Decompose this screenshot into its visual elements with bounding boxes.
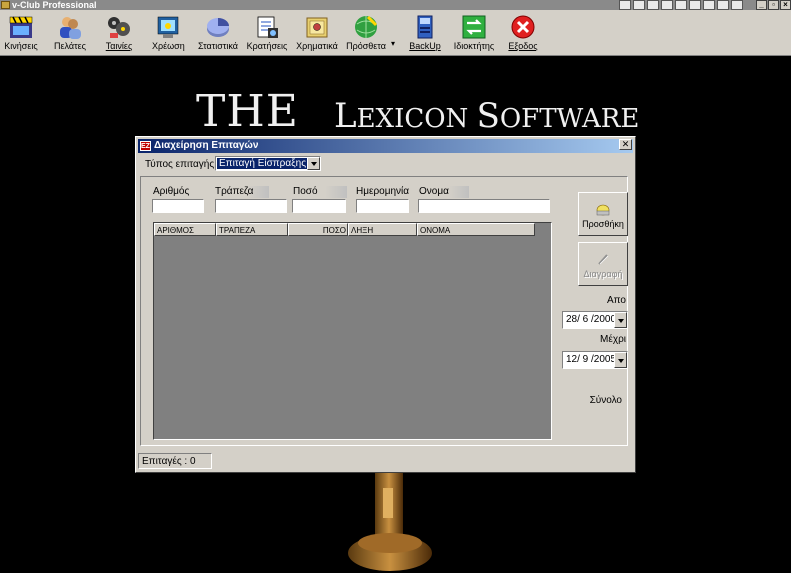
main-title-bar: v-Club Professional _ ▫ × — [0, 0, 791, 10]
checks-grid[interactable]: ΑΡΙΘΜΟΣ ΤΡΑΠΕΖΑ ΠΟΣΟ ΛΗΞΗ ΟΝΟΜΑ — [153, 222, 552, 440]
delete-button[interactable]: Διαγραφή — [578, 242, 628, 286]
check-type-value: Επιταγή Είσπραξης — [217, 158, 309, 169]
toolbar-statistics-button[interactable]: Στατιστικά — [196, 12, 240, 54]
checks-management-dialog: EZ Διαχείρηση Επιταγών ✕ Τύπος επιταγής … — [135, 136, 636, 473]
dialog-title: Διαχείρηση Επιταγών — [154, 140, 259, 151]
grid-header-bank[interactable]: ΤΡΑΠΕΖΑ — [216, 223, 288, 236]
addons-dropdown-arrow[interactable]: ▾ — [391, 39, 395, 48]
toolbar-customers-button[interactable]: Πελάτες — [52, 12, 88, 54]
backup-icon — [412, 14, 438, 40]
close-button[interactable]: × — [780, 0, 791, 10]
check-type-select[interactable]: Επιταγή Είσπραξης — [215, 156, 321, 171]
film-reels-icon — [106, 14, 132, 40]
reservations-icon — [254, 14, 280, 40]
to-label: Μέχρι — [600, 334, 626, 345]
tray-icon-1[interactable] — [619, 0, 631, 10]
toolbar-reservations-button[interactable]: Κρατήσεις — [246, 12, 288, 54]
main-toolbar: Κινήσεις Πελάτες Ταινίες Χρέωση Στατιστι… — [0, 10, 791, 56]
add-icon — [594, 201, 612, 217]
tray-icon-2[interactable] — [633, 0, 645, 10]
toolbar-exit-button[interactable]: Εξοδος — [506, 12, 540, 54]
globe-tools-icon — [353, 14, 379, 40]
film-clapper-icon — [8, 14, 34, 40]
status-checks-count: Επιταγές : 0 — [138, 453, 212, 469]
tray-icon-5[interactable] — [675, 0, 687, 10]
date-label: Ημερομηνία — [355, 186, 412, 198]
total-label: Σύνολο — [589, 395, 622, 406]
from-date-value: 28/ 6 /2000 — [566, 314, 617, 325]
dialog-app-icon: EZ — [140, 141, 151, 151]
toolbar-movies-button[interactable]: Ταινίες — [104, 12, 134, 54]
toolbar-backup-button[interactable]: BackUp — [408, 12, 442, 54]
name-label: Ονομα — [418, 186, 469, 198]
check-type-label: Τύπος επιταγής — [145, 159, 215, 170]
grid-header-expiry[interactable]: ΛΗΞΗ — [348, 223, 417, 236]
number-label: Αριθμός — [152, 186, 203, 198]
to-date-value: 12/ 9 /2005 — [566, 354, 617, 365]
number-input[interactable] — [152, 199, 204, 213]
from-date-dropdown-button[interactable] — [614, 312, 627, 328]
from-label: Απο — [607, 295, 626, 306]
tray-icon-3[interactable] — [647, 0, 659, 10]
delete-icon — [594, 251, 612, 267]
golden-statue-image — [348, 468, 432, 571]
exit-icon — [510, 14, 536, 40]
amount-input[interactable] — [292, 199, 346, 213]
tray-icon-4[interactable] — [661, 0, 673, 10]
toolbar-money-button[interactable]: Χρηματικά — [296, 12, 338, 54]
tray-icon-7[interactable] — [703, 0, 715, 10]
logo-lexicon-software: LEXICON SOFTWARE — [334, 96, 640, 136]
app-icon — [1, 1, 10, 9]
toolbar-charge-button[interactable]: Χρέωση — [152, 12, 185, 54]
charge-icon — [155, 14, 181, 40]
add-button[interactable]: Προσθήκη — [578, 192, 628, 236]
bank-label: Τράπεζα — [214, 186, 269, 198]
toolbar-movements-button[interactable]: Κινήσεις — [4, 12, 38, 54]
amount-label: Ποσό — [292, 186, 347, 198]
to-date-dropdown-button[interactable] — [614, 352, 627, 368]
pie-chart-icon — [205, 14, 231, 40]
restore-button[interactable]: ▫ — [768, 0, 779, 10]
grid-header-number[interactable]: ΑΡΙΘΜΟΣ — [154, 223, 216, 236]
check-type-dropdown-button[interactable] — [307, 157, 320, 170]
to-date-picker[interactable]: 12/ 9 /2005 — [562, 351, 628, 369]
window-controls: _ ▫ × — [756, 0, 791, 10]
toolbar-addons-button[interactable]: Πρόσθετα — [346, 12, 386, 54]
tray-icons — [619, 0, 743, 10]
grid-header-amount[interactable]: ΠΟΣΟ — [288, 223, 348, 236]
minimize-button[interactable]: _ — [756, 0, 767, 10]
name-input[interactable] — [418, 199, 550, 213]
logo-the: THE — [196, 86, 299, 137]
tray-icon-9[interactable] — [731, 0, 743, 10]
bank-input[interactable] — [215, 199, 287, 213]
toolbar-owner-button[interactable]: Ιδιοκτήτης — [452, 12, 496, 54]
dialog-title-bar[interactable]: EZ Διαχείρηση Επιταγών — [138, 139, 633, 153]
dialog-close-button[interactable]: ✕ — [619, 139, 632, 150]
app-title: v-Club Professional — [12, 0, 97, 10]
tray-icon-6[interactable] — [689, 0, 701, 10]
tray-icon-8[interactable] — [717, 0, 729, 10]
safe-icon — [304, 14, 330, 40]
grid-header-name[interactable]: ΟΝΟΜΑ — [417, 223, 535, 236]
date-input[interactable] — [356, 199, 409, 213]
customers-icon — [57, 14, 83, 40]
from-date-picker[interactable]: 28/ 6 /2000 — [562, 311, 628, 329]
owner-arrows-icon — [461, 14, 487, 40]
